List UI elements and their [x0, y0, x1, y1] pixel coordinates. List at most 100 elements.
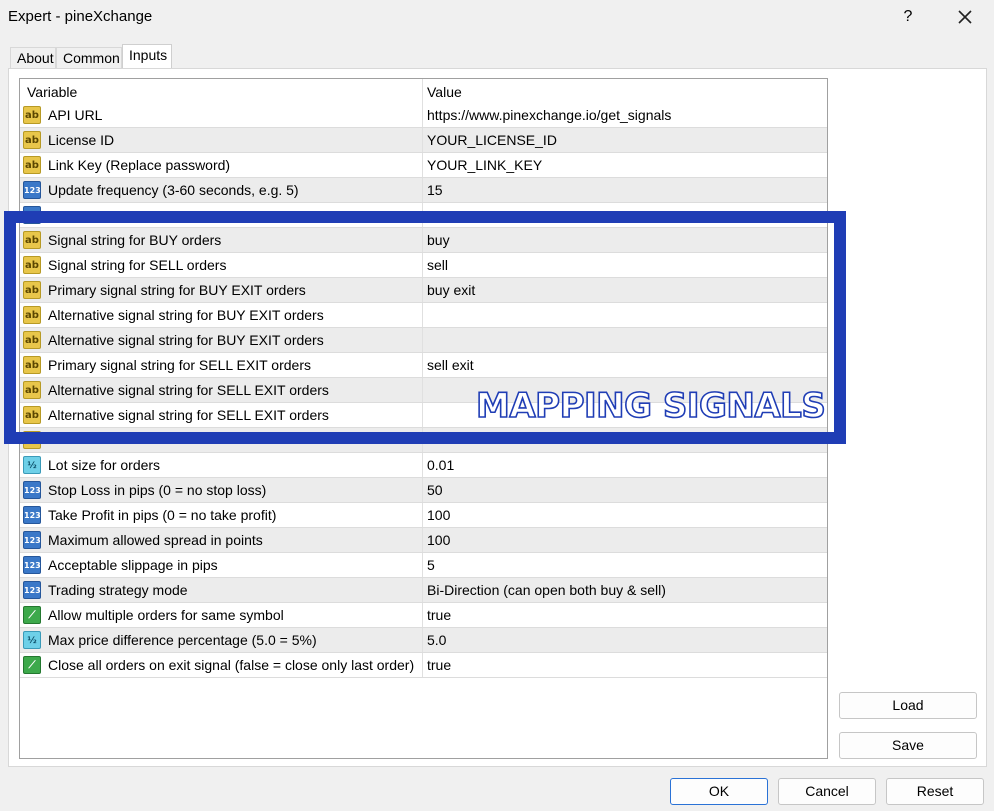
variable-name: Stop Loss in pips (0 = no stop loss): [48, 482, 267, 498]
tab-inputs[interactable]: Inputs: [122, 44, 172, 69]
variable-value[interactable]: 5.0: [427, 632, 446, 648]
table-row[interactable]: ab Signal string for SELL orders sell: [20, 253, 827, 278]
string-icon: ab: [23, 256, 41, 274]
table-row[interactable]: ab Primary signal string for SELL EXIT or…: [20, 353, 827, 378]
help-button[interactable]: ?: [896, 4, 920, 30]
variable-name: Lot size for orders: [48, 457, 161, 473]
tab-about[interactable]: About: [10, 47, 56, 68]
integer-icon: 123: [23, 531, 41, 549]
overlay-label: MAPPING SIGNALS: [475, 385, 826, 427]
variable-name: Maximum allowed spread in points: [48, 532, 263, 548]
string-icon: ab: [23, 306, 41, 324]
cell-divider: [422, 578, 423, 602]
column-header-value[interactable]: Value: [427, 84, 462, 100]
close-icon: [958, 10, 972, 24]
cell-divider: [422, 503, 423, 527]
table-row[interactable]: ab Alternative signal string for BUY EXIT…: [20, 328, 827, 353]
column-divider[interactable]: [422, 79, 423, 103]
variable-name: License ID: [48, 132, 115, 148]
variable-name: Link Key (Replace password): [48, 157, 231, 173]
variable-name: Alternative signal string for SELL EXIT …: [48, 407, 329, 423]
string-icon: ab: [23, 431, 41, 449]
variable-name: Primary signal string for BUY EXIT order…: [48, 282, 306, 298]
variable-name: API URL: [48, 107, 103, 123]
variable-name: Alternative signal string for BUY EXIT o…: [48, 332, 324, 348]
string-icon: ab: [23, 406, 41, 424]
table-row[interactable]: 123 Take Profit in pips (0 = no take prof…: [20, 503, 827, 528]
variable-name: Max price difference percentage (5.0 = 5…: [48, 632, 317, 648]
variable-name: Close all orders on exit signal (false =…: [48, 657, 415, 673]
reset-button[interactable]: Reset: [886, 778, 984, 805]
variable-value[interactable]: 0.01: [427, 457, 454, 473]
table-row[interactable]: 123: [20, 203, 827, 228]
table-row[interactable]: 123 Trading strategy mode Bi-Direction (ca…: [20, 578, 827, 603]
cell-divider: [422, 478, 423, 502]
string-icon: ab: [23, 106, 41, 124]
table-row[interactable]: ab API URL https://www.pinexchange.io/get_…: [20, 103, 827, 128]
variable-name: Trading strategy mode: [48, 582, 188, 598]
variable-name: Take Profit in pips (0 = no take profit): [48, 507, 277, 523]
integer-icon: 123: [23, 181, 41, 199]
table-row[interactable]: ⟋ Allow multiple orders for same symbol tr…: [20, 603, 827, 628]
string-icon: ab: [23, 331, 41, 349]
cell-divider: [422, 403, 423, 427]
table-row[interactable]: ab Link Key (Replace password) YOUR_LINK_K…: [20, 153, 827, 178]
load-button[interactable]: Load: [839, 692, 977, 719]
variable-value[interactable]: YOUR_LICENSE_ID: [427, 132, 557, 148]
variable-value[interactable]: Bi-Direction (can open both buy & sell): [427, 582, 666, 598]
table-row[interactable]: ½ Max price difference percentage (5.0 = …: [20, 628, 827, 653]
save-button[interactable]: Save: [839, 732, 977, 759]
variable-value[interactable]: buy exit: [427, 282, 475, 298]
string-icon: ab: [23, 381, 41, 399]
cell-divider: [422, 378, 423, 402]
cell-divider: [422, 628, 423, 652]
table-row[interactable]: ab License ID YOUR_LICENSE_ID: [20, 128, 827, 153]
variable-name: Alternative signal string for SELL EXIT …: [48, 382, 329, 398]
variable-value[interactable]: sell: [427, 257, 448, 273]
variable-value[interactable]: 100: [427, 532, 450, 548]
variable-name: Alternative signal string for BUY EXIT o…: [48, 307, 324, 323]
table-row[interactable]: ab: [20, 428, 827, 453]
variable-value[interactable]: buy: [427, 232, 450, 248]
column-header-variable[interactable]: Variable: [27, 84, 77, 100]
table-row[interactable]: ½ Lot size for orders 0.01: [20, 453, 827, 478]
table-row[interactable]: ab Signal string for BUY orders buy: [20, 228, 827, 253]
table-row[interactable]: 123 Update frequency (3-60 seconds, e.g. …: [20, 178, 827, 203]
table-row[interactable]: ⟋ Close all orders on exit signal (false …: [20, 653, 827, 678]
cancel-button[interactable]: Cancel: [778, 778, 876, 805]
cell-divider: [422, 253, 423, 277]
double-icon: ½: [23, 631, 41, 649]
cell-divider: [422, 278, 423, 302]
string-icon: ab: [23, 131, 41, 149]
variable-value[interactable]: 5: [427, 557, 435, 573]
cell-divider: [422, 103, 423, 127]
integer-icon: 123: [23, 556, 41, 574]
variable-value[interactable]: true: [427, 607, 451, 623]
variable-value[interactable]: 50: [427, 482, 443, 498]
close-button[interactable]: [950, 4, 980, 30]
cell-divider: [422, 603, 423, 627]
variable-value[interactable]: https://www.pinexchange.io/get_signals: [427, 107, 671, 123]
table-row[interactable]: 123 Maximum allowed spread in points 100: [20, 528, 827, 553]
table-row[interactable]: 123 Acceptable slippage in pips 5: [20, 553, 827, 578]
variable-name: Primary signal string for SELL EXIT orde…: [48, 357, 311, 373]
integer-icon: 123: [23, 506, 41, 524]
cell-divider: [422, 528, 423, 552]
cell-divider: [422, 428, 423, 452]
string-icon: ab: [23, 356, 41, 374]
variable-value[interactable]: 15: [427, 182, 443, 198]
window-title: Expert - pineXchange: [8, 8, 153, 25]
table-row[interactable]: ab Primary signal string for BUY EXIT ord…: [20, 278, 827, 303]
variable-value[interactable]: YOUR_LINK_KEY: [427, 157, 542, 173]
tab-common[interactable]: Common: [56, 47, 122, 68]
table-row[interactable]: 123 Stop Loss in pips (0 = no stop loss) 5…: [20, 478, 827, 503]
variable-value[interactable]: true: [427, 657, 451, 673]
string-icon: ab: [23, 281, 41, 299]
cell-divider: [422, 178, 423, 202]
variable-value[interactable]: sell exit: [427, 357, 474, 373]
variable-value[interactable]: 100: [427, 507, 450, 523]
grid-header: Variable Value: [20, 79, 827, 103]
table-row[interactable]: ab Alternative signal string for BUY EXIT…: [20, 303, 827, 328]
ok-button[interactable]: OK: [670, 778, 768, 805]
integer-icon: 123: [23, 581, 41, 599]
